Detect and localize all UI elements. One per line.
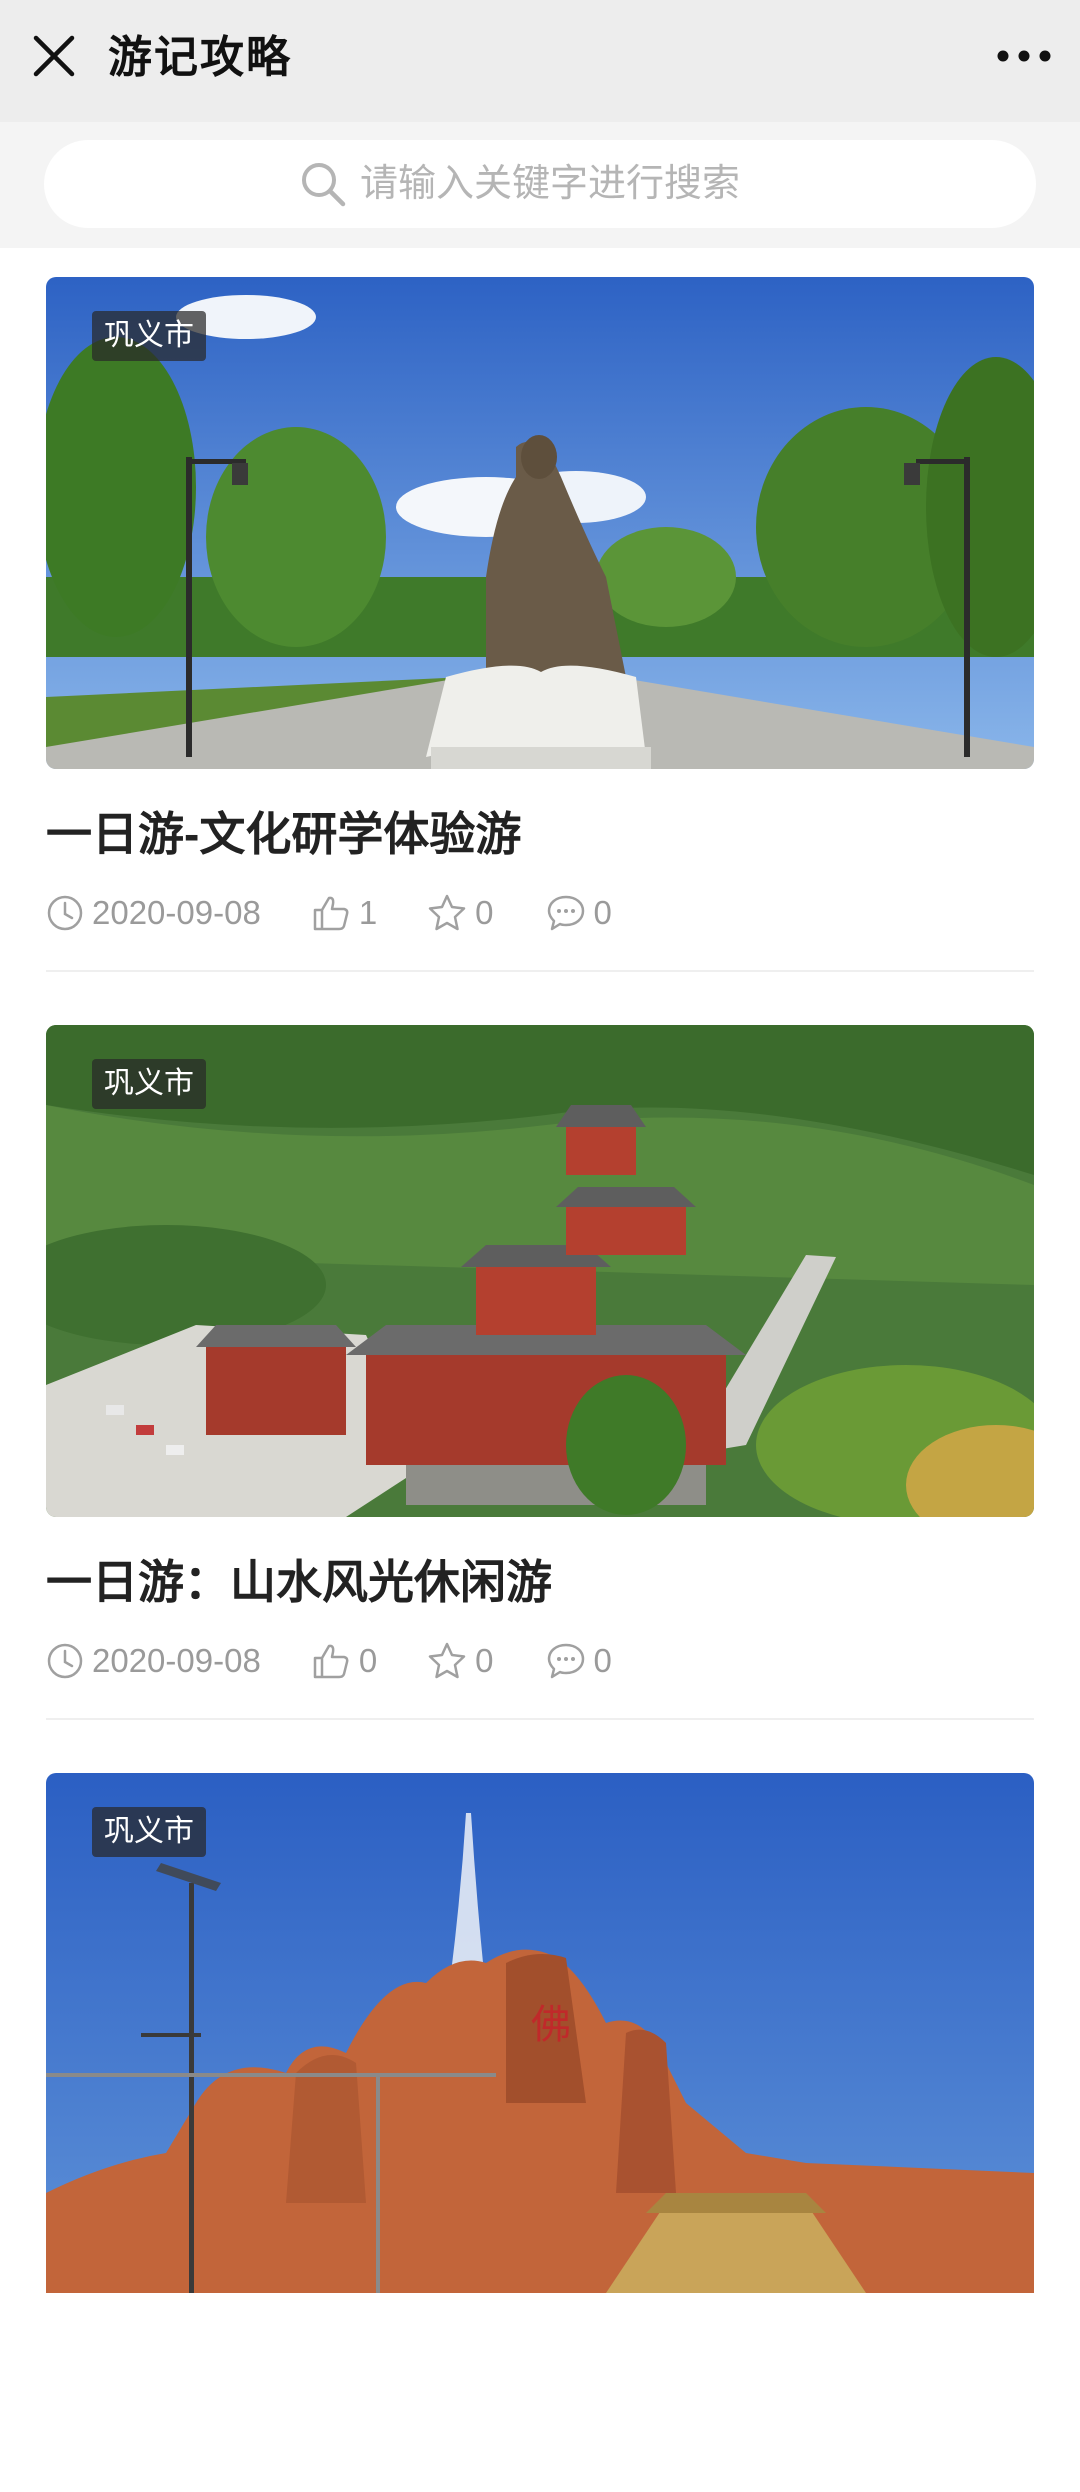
top-navigation-bar: 游记攻略 (0, 0, 1080, 122)
comment-icon (547, 895, 584, 931)
like-button[interactable]: 0 (311, 1641, 377, 1681)
svg-text:佛: 佛 (531, 2002, 571, 2048)
article-list: 巩义市 一日游-文化研学体验游 2020-09-08 1 0 0 巩义市 一日游… (0, 248, 1080, 2492)
article-title[interactable]: 一日游-文化研学体验游 (46, 804, 521, 864)
article-card[interactable]: 佛 巩义市 (0, 1744, 1080, 2492)
article-meta: 2020-09-08 0 0 0 (46, 1636, 612, 1686)
article-image[interactable]: 巩义市 (46, 1025, 1034, 1517)
divider (46, 1718, 1034, 1720)
date-meta: 2020-09-08 (46, 1642, 261, 1680)
comment-count: 0 (593, 1642, 612, 1679)
favorite-count: 0 (475, 1642, 494, 1679)
article-card[interactable]: 巩义市 一日游-文化研学体验游 2020-09-08 1 0 0 (0, 248, 1080, 996)
close-button[interactable] (22, 24, 86, 88)
thumbs-up-icon (313, 1644, 349, 1679)
thumbs-up-icon (313, 896, 349, 931)
article-card[interactable]: 巩义市 一日游：山水风光休闲游 2020-09-08 0 0 0 (0, 996, 1080, 1744)
article-meta: 2020-09-08 1 0 0 (46, 888, 612, 938)
search-input[interactable] (358, 161, 782, 207)
article-image[interactable]: 巩义市 (46, 277, 1034, 769)
location-tag: 巩义市 (92, 1807, 206, 1857)
divider (46, 970, 1034, 972)
article-title[interactable]: 一日游：山水风光休闲游 (46, 1552, 552, 1612)
favorite-button[interactable]: 0 (427, 893, 494, 933)
clock-icon (47, 1643, 83, 1679)
clock-icon (47, 895, 83, 931)
comment-button[interactable]: 0 (546, 893, 612, 933)
search-icon (298, 159, 348, 209)
location-tag: 巩义市 (92, 311, 206, 361)
page-title: 游记攻略 (108, 33, 292, 82)
search-bar[interactable] (44, 140, 1036, 228)
more-options-button[interactable] (990, 24, 1058, 88)
star-icon (428, 1642, 466, 1679)
like-button[interactable]: 1 (311, 893, 377, 933)
more-dots-icon (997, 50, 1051, 62)
comment-button[interactable]: 0 (546, 1641, 612, 1681)
like-count: 0 (358, 1642, 378, 1679)
close-icon (33, 35, 75, 77)
publish-date: 2020-09-08 (92, 894, 261, 931)
favorite-count: 0 (475, 894, 494, 931)
star-icon (428, 894, 466, 931)
comment-count: 0 (593, 894, 612, 931)
comment-icon (547, 1643, 584, 1679)
location-tag: 巩义市 (92, 1059, 206, 1109)
date-meta: 2020-09-08 (46, 894, 261, 932)
favorite-button[interactable]: 0 (427, 1641, 494, 1681)
publish-date: 2020-09-08 (92, 1642, 261, 1679)
article-image[interactable]: 佛 巩义市 (46, 1773, 1034, 2293)
search-section (0, 122, 1080, 248)
like-count: 1 (358, 894, 378, 931)
